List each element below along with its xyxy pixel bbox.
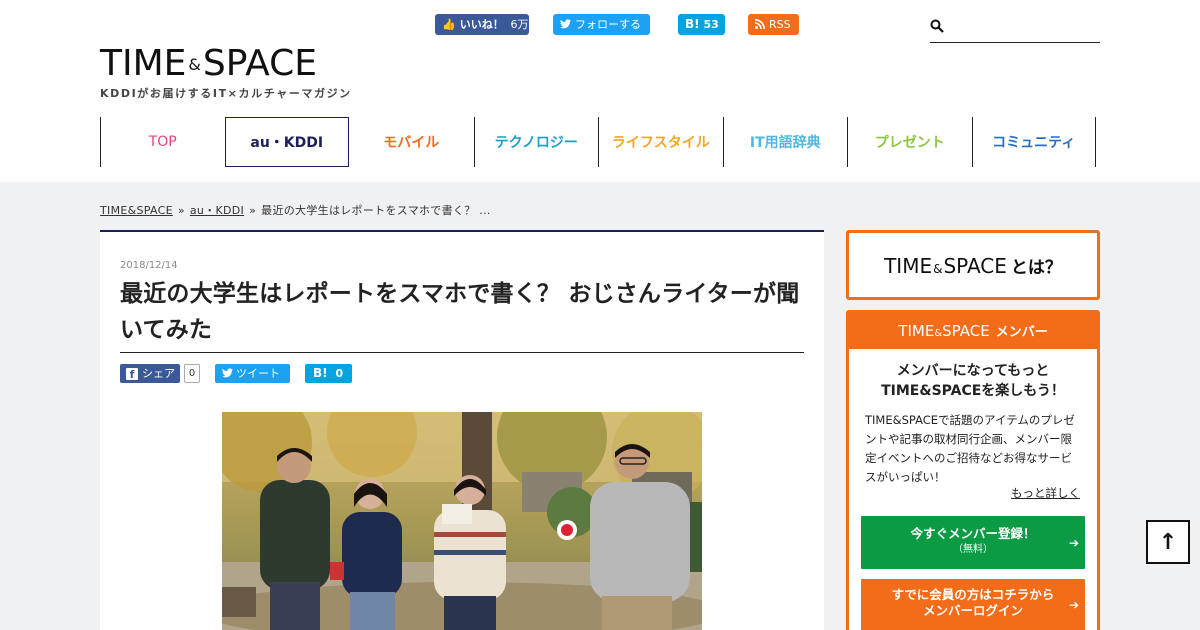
- breadcrumb: TIME&SPACE» au・KDDI» 最近の大学生はレポートをスマホで書く？ .…: [100, 204, 491, 217]
- thumbs-up-icon: 👍: [442, 18, 456, 31]
- member-description: TIME&SPACEで話題のアイテムのプレゼントや記事の取材同行企画、メンバー限…: [865, 413, 1075, 484]
- hatena-b-icon: B!: [313, 366, 328, 380]
- about-banner[interactable]: TIME&SPACE とは？: [846, 230, 1100, 300]
- facebook-icon: f: [126, 368, 138, 381]
- member-more-link[interactable]: もっと詳しく: [1011, 485, 1080, 501]
- article-date: 2018/12/14: [120, 260, 178, 271]
- nav-mobile[interactable]: モバイル: [349, 117, 474, 167]
- about-banner-text: TIME&SPACE とは？: [884, 253, 1062, 278]
- rss-icon: [754, 14, 765, 35]
- site-header: TIME &SPACE KDDIがお届けするIT×カルチャーマガジン 👍 いいね！ …: [0, 0, 1200, 182]
- member-panel-header: TIME&SPACE メンバー: [849, 313, 1097, 349]
- students-photo-illustration: [222, 412, 702, 630]
- breadcrumb-home[interactable]: TIME&SPACE: [100, 204, 173, 217]
- nav-it-glossary[interactable]: IT用語辞典: [722, 117, 848, 167]
- nav-au-kddi[interactable]: au・KDDI: [224, 117, 349, 167]
- main-nav: TOP au・KDDI モバイル テクノロジー ライフスタイル IT用語辞典 プ…: [100, 117, 1100, 167]
- title-divider: [120, 352, 804, 353]
- article: 2018/12/14 最近の大学生はレポートをスマホで書く？ おじさんライターが…: [100, 230, 824, 630]
- arrow-right-icon: ➔: [1068, 535, 1079, 550]
- member-lead: メンバーになってもっと TIME&SPACEを楽しもう！: [881, 363, 1065, 399]
- twitter-bird-icon: [560, 14, 571, 35]
- back-to-top-button[interactable]: ↑: [1146, 520, 1190, 564]
- nav-present[interactable]: プレゼント: [847, 117, 972, 167]
- arrow-up-icon: ↑: [1158, 529, 1178, 555]
- facebook-like-button[interactable]: 👍 いいね！ 6万: [435, 14, 529, 35]
- tweet-button[interactable]: ツイート: [215, 364, 290, 383]
- breadcrumb-current: 最近の大学生はレポートをスマホで書く？ ...: [261, 204, 491, 217]
- article-hero-photo: [222, 412, 702, 630]
- member-login-button[interactable]: すでに会員の方はコチラから メンバーログイン ➔: [861, 579, 1085, 630]
- logo-wordmark: TIME &SPACE: [100, 43, 318, 84]
- nav-lifestyle[interactable]: ライフスタイル: [598, 117, 723, 167]
- facebook-share-count: 0: [184, 364, 200, 383]
- article-title: 最近の大学生はレポートをスマホで書く？ おじさんライターが聞いてみた: [120, 281, 800, 343]
- arrow-right-icon: ➔: [1068, 598, 1079, 612]
- rss-button[interactable]: RSS: [748, 14, 799, 35]
- nav-community[interactable]: コミュニティ: [971, 117, 1096, 167]
- twitter-bird-icon: [222, 367, 236, 380]
- search-input[interactable]: [952, 16, 1098, 40]
- member-register-button[interactable]: 今すぐメンバー登録！ （無料） ➔: [861, 516, 1085, 569]
- search-icon[interactable]: [930, 19, 944, 33]
- logo-tagline: KDDIがお届けするIT×カルチャーマガジン: [100, 87, 352, 100]
- search-box: [930, 14, 1100, 43]
- nav-technology[interactable]: テクノロジー: [473, 117, 599, 167]
- site-logo[interactable]: TIME &SPACE KDDIがお届けするIT×カルチャーマガジン: [100, 44, 352, 101]
- twitter-follow-button[interactable]: フォローする: [553, 14, 650, 35]
- hatena-bookmark-button[interactable]: B! 53: [678, 14, 725, 35]
- hatena-b-icon: B!: [685, 17, 700, 31]
- nav-top[interactable]: TOP: [100, 117, 225, 167]
- hatena-share-button[interactable]: B! 0: [305, 364, 352, 383]
- facebook-share-button[interactable]: f シェア: [120, 364, 180, 383]
- member-panel: TIME&SPACE メンバー メンバーになってもっと TIME&SPACEを楽し…: [846, 310, 1100, 630]
- breadcrumb-au-kddi[interactable]: au・KDDI: [190, 204, 244, 217]
